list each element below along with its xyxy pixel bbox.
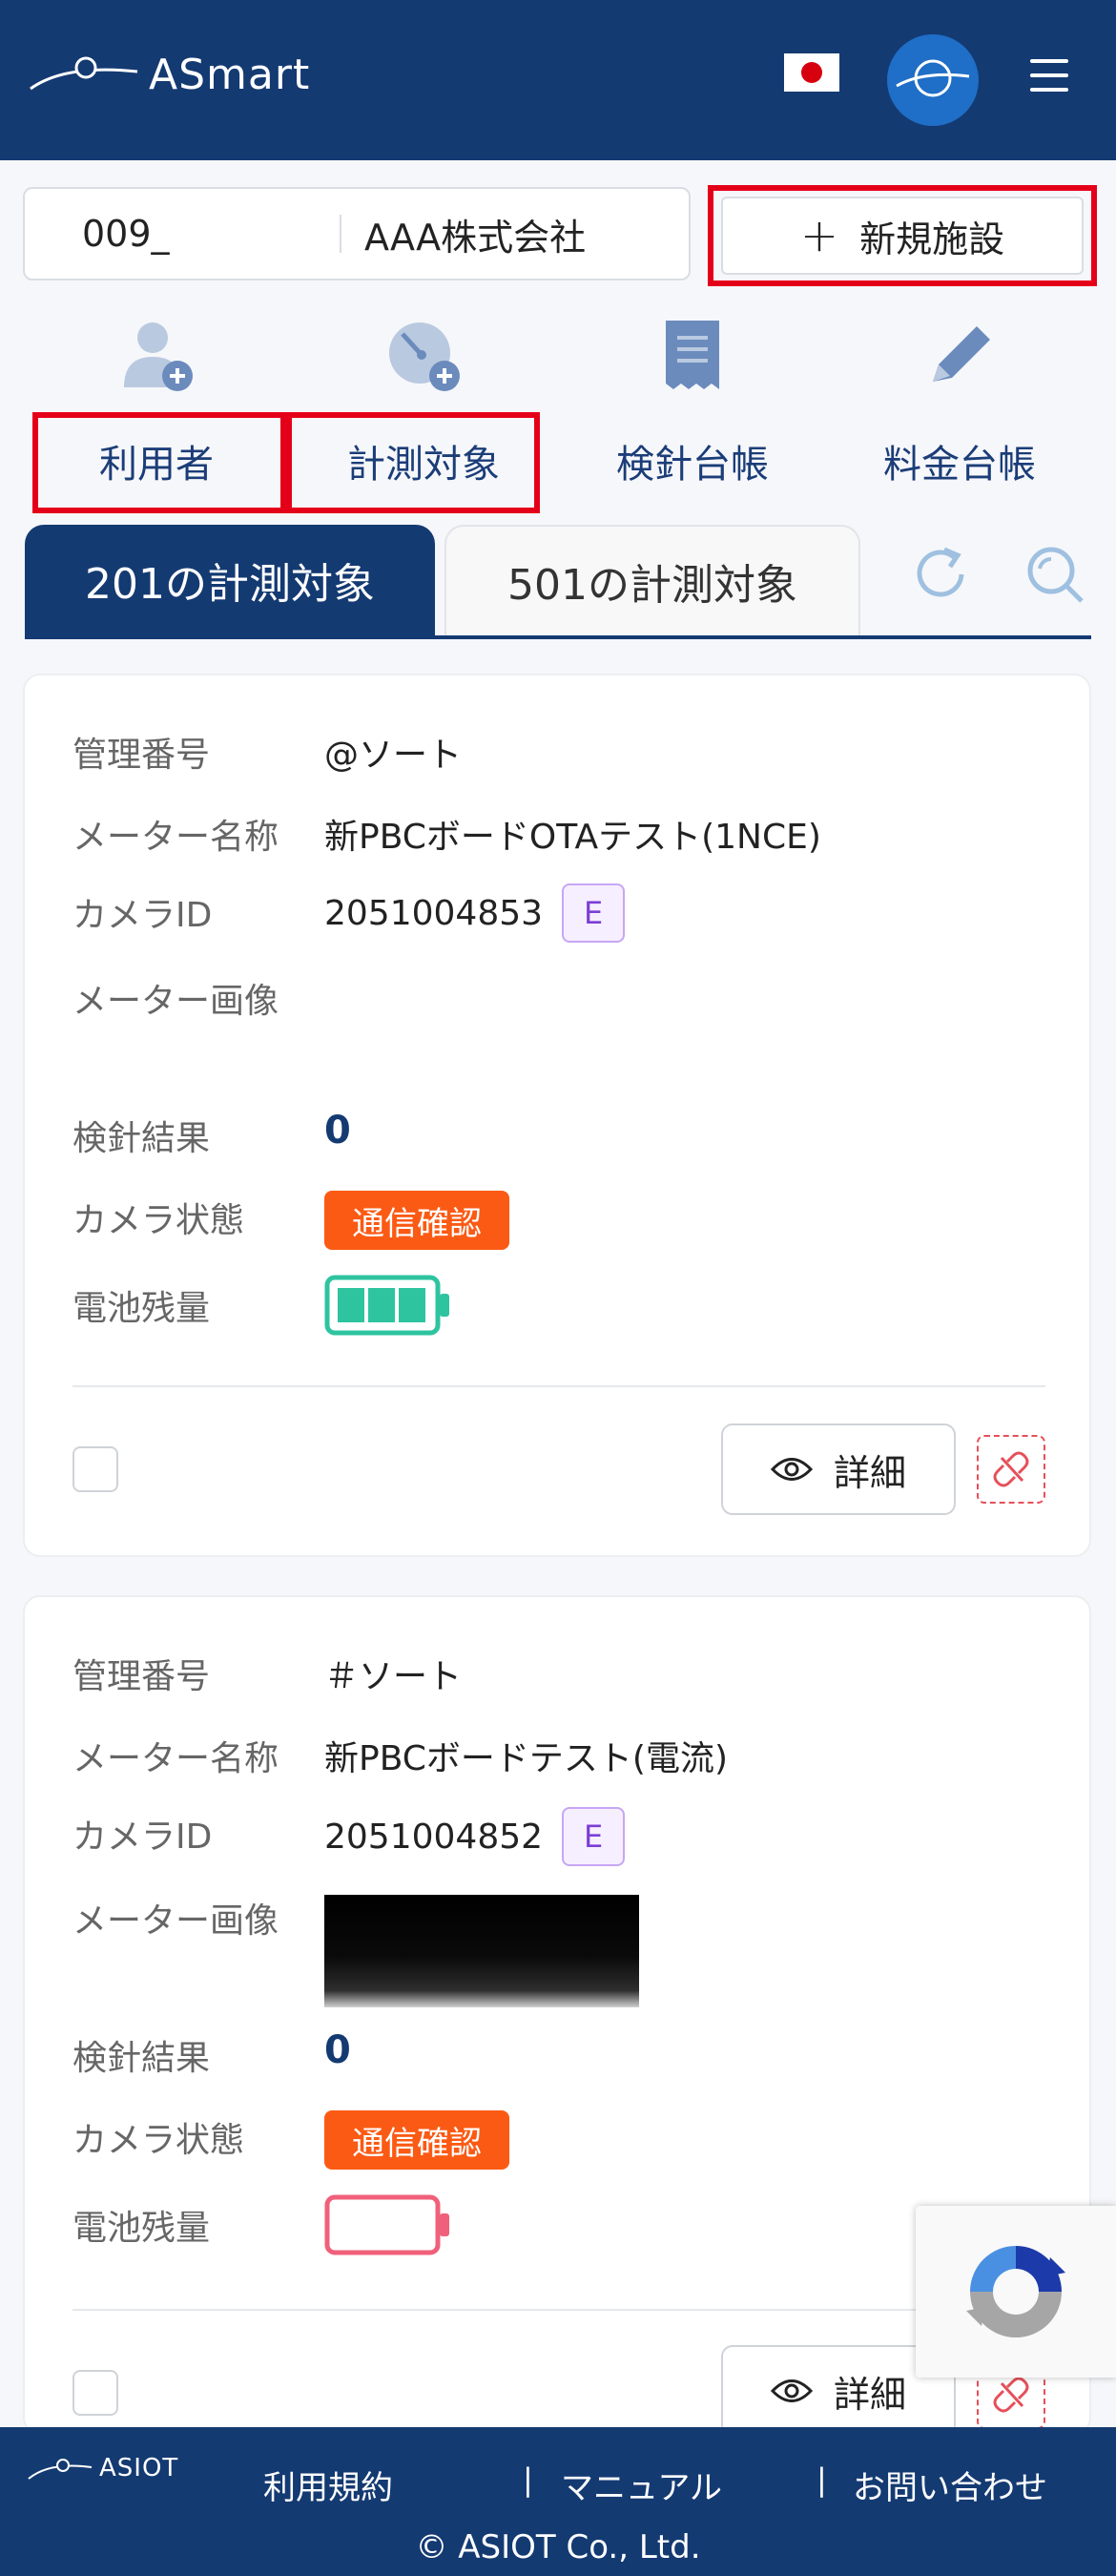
battery-full-icon xyxy=(324,1275,449,1336)
camera-status-label: カメラ状態 xyxy=(72,1201,245,1240)
add-gauge-icon xyxy=(389,322,460,391)
battery-label: 電池残量 xyxy=(72,2209,211,2248)
asiot-orbit-icon xyxy=(28,2459,93,2480)
app-header: ASmart xyxy=(0,0,1116,160)
unlink-icon xyxy=(993,2377,1029,2413)
facility-code: 009_ xyxy=(82,213,170,255)
footer-logo-text: ASIOT xyxy=(99,2454,179,2483)
tab-201-targets[interactable]: 201の計測対象 xyxy=(25,525,435,635)
terms-link[interactable]: 利用規約 xyxy=(263,2462,393,2508)
facility-select[interactable]: 009_ AAA株式会社 xyxy=(23,187,691,280)
hamburger-menu-icon[interactable] xyxy=(1030,59,1068,93)
select-checkbox[interactable] xyxy=(72,1446,118,1492)
facility-name: AAA株式会社 xyxy=(364,216,587,259)
camera-id-value: 2051004852 xyxy=(324,1817,544,1857)
account-orbit-icon xyxy=(896,59,970,97)
camera-type-badge: E xyxy=(562,883,626,943)
meter-name-label: メーター名称 xyxy=(72,818,279,857)
asmart-logo[interactable]: ASmart xyxy=(27,46,310,103)
nav-fee-ledger-label: 料金台帳 xyxy=(883,443,1036,487)
meter-image[interactable] xyxy=(324,1895,639,2007)
new-facility-highlight: + 新規施設 xyxy=(708,185,1097,286)
detail-label: 詳細 xyxy=(833,1451,906,1494)
facility-separator xyxy=(340,215,341,253)
manual-link[interactable]: マニュアル xyxy=(561,2462,722,2508)
camera-id-value: 2051004853 xyxy=(324,893,544,933)
recaptcha-icon xyxy=(966,2246,1065,2337)
camera-id-group: 2051004852 E xyxy=(324,1807,626,1866)
camera-id-label: カメラID xyxy=(72,1818,213,1857)
management-number-value: @ソート xyxy=(324,736,463,775)
meter-name-value: 新PBCボードOTAテスト(1NCE) xyxy=(324,818,821,857)
nav-reading-ledger-label: 検針台帳 xyxy=(616,443,769,487)
eye-icon xyxy=(770,2379,813,2402)
eye-icon xyxy=(770,1458,813,1481)
select-checkbox[interactable] xyxy=(72,2370,118,2416)
unlink-icon xyxy=(993,1451,1029,1487)
meter-card: 管理番号 @ソート メーター名称 新PBCボードOTAテスト(1NCE) カメラ… xyxy=(23,674,1091,1557)
pencil-icon xyxy=(933,326,990,382)
new-facility-label: 新規施設 xyxy=(859,218,1005,260)
refresh-icon[interactable] xyxy=(906,540,975,609)
reading-result-value: 0 xyxy=(324,1109,351,1153)
footer-separator: | xyxy=(816,2462,827,2498)
app-footer: ASIOT 利用規約 | マニュアル | お問い合わせ © ASIOT Co.,… xyxy=(0,2427,1116,2576)
asmart-orbit-icon xyxy=(30,56,138,91)
app-name: ASmart xyxy=(149,50,311,99)
new-facility-button[interactable]: + 新規施設 xyxy=(721,197,1084,275)
camera-status-badge: 通信確認 xyxy=(324,2110,509,2170)
recaptcha-badge[interactable] xyxy=(916,2206,1116,2378)
card-divider xyxy=(72,1385,1045,1387)
detail-label: 詳細 xyxy=(833,2373,906,2416)
japan-flag-icon[interactable] xyxy=(784,53,839,92)
management-number-label: 管理番号 xyxy=(72,736,211,775)
meter-name-label: メーター名称 xyxy=(72,1739,279,1778)
tab-underline xyxy=(25,635,1091,639)
receipt-icon xyxy=(666,321,719,389)
search-icon[interactable] xyxy=(1021,540,1089,609)
plus-icon: + xyxy=(799,209,839,262)
camera-type-badge: E xyxy=(562,1807,626,1866)
management-number-label: 管理番号 xyxy=(72,1657,211,1696)
battery-label: 電池残量 xyxy=(72,1289,211,1328)
nav-targets-highlight xyxy=(286,412,540,513)
tab-501-targets[interactable]: 501の計測対象 xyxy=(444,525,860,635)
reading-result-label: 検針結果 xyxy=(72,2039,211,2078)
management-number-value: ＃ソート xyxy=(324,1657,463,1696)
camera-id-group: 2051004853 E xyxy=(324,883,626,943)
meter-image-label: メーター画像 xyxy=(72,1901,279,1941)
reading-result-label: 検針結果 xyxy=(72,1119,211,1158)
footer-logo: ASIOT xyxy=(27,2454,178,2483)
add-user-icon xyxy=(124,322,193,391)
camera-status-badge: 通信確認 xyxy=(324,1191,509,1250)
detail-button[interactable]: 詳細 xyxy=(721,1423,956,1515)
unlink-button[interactable] xyxy=(977,1435,1045,1504)
card-divider xyxy=(72,2309,1045,2311)
reading-result-value: 0 xyxy=(324,2028,351,2072)
meter-name-value: 新PBCボードテスト(電流) xyxy=(324,1739,729,1778)
contact-link[interactable]: お問い合わせ xyxy=(853,2462,1047,2508)
battery-empty-icon xyxy=(324,2194,449,2255)
copyright: © ASIOT Co., Ltd. xyxy=(415,2528,701,2566)
camera-id-label: カメラID xyxy=(72,896,213,935)
nav-users-highlight xyxy=(32,412,286,513)
account-button[interactable] xyxy=(887,34,979,126)
footer-separator: | xyxy=(523,2462,533,2498)
meter-image-label: メーター画像 xyxy=(72,982,279,1021)
camera-status-label: カメラ状態 xyxy=(72,2121,245,2160)
